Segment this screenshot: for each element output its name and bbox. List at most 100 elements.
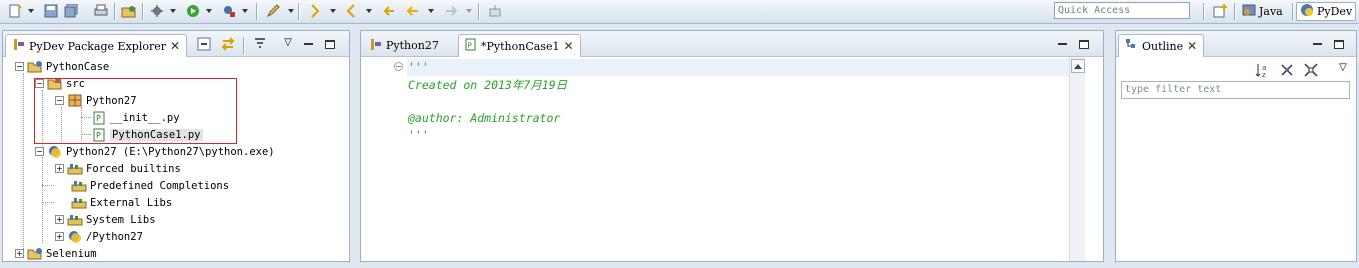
toolbar-separator (1292, 3, 1293, 20)
close-icon[interactable]: ✕ (170, 40, 180, 52)
fold-toggle-icon[interactable]: − (394, 62, 403, 71)
previous-annotation-dropdown-icon[interactable] (366, 9, 372, 13)
package-explorer-tabbar: PyDev Package Explorer ✕ ▽ (3, 31, 349, 57)
forward-dropdown-icon[interactable] (466, 9, 472, 13)
hide-fields-icon[interactable] (1278, 61, 1296, 79)
external-tools-icon[interactable] (220, 2, 238, 20)
close-icon[interactable]: ✕ (1187, 40, 1197, 52)
new-dropdown-icon[interactable] (28, 9, 34, 13)
tree-item-label: /Python27 (86, 230, 143, 243)
external-tools-dropdown-icon[interactable] (242, 9, 248, 13)
run-dropdown-icon[interactable] (206, 9, 212, 13)
perspective-label: PyDev (1317, 5, 1353, 18)
view-menu-icon[interactable]: ▽ (279, 33, 297, 51)
minimize-button[interactable] (301, 37, 315, 51)
scroll-up-icon[interactable] (1070, 59, 1085, 73)
tree-item-system-libs[interactable]: + System Libs (55, 211, 156, 228)
tab-label: *PythonCase1 (481, 39, 560, 53)
collapse-toggle-icon[interactable]: − (35, 147, 44, 156)
save-all-icon[interactable] (62, 2, 80, 20)
pencil-dropdown-icon[interactable] (288, 9, 294, 13)
main-toolbar: Quick Access Java PyDev (0, 0, 1359, 24)
tab-pydev-package-explorer[interactable]: PyDev Package Explorer ✕ (5, 34, 188, 57)
collapse-all-icon[interactable] (1302, 61, 1320, 79)
project-folder-icon (27, 247, 43, 261)
run-icon[interactable] (184, 2, 202, 20)
collapse-all-icon[interactable] (195, 35, 213, 53)
code-line[interactable]: ''' (408, 128, 429, 142)
line-number-gutter (361, 57, 407, 261)
collapse-toggle-icon[interactable]: − (15, 62, 24, 71)
forward-icon[interactable] (442, 2, 460, 20)
open-project-icon[interactable] (120, 2, 138, 20)
tree-item-python27-lib[interactable]: + /Python27 (55, 228, 143, 245)
editor-panel: Python27 P *PythonCase1 ✕ 1 2 3 4 5 6 − … (360, 30, 1104, 262)
quick-access-input[interactable]: Quick Access (1054, 2, 1190, 19)
tab-editor-python27[interactable]: Python27 (363, 34, 445, 57)
back-dropdown-icon[interactable] (428, 9, 434, 13)
current-line-highlight (407, 59, 1077, 76)
debug-icon[interactable] (148, 2, 166, 20)
code-line[interactable]: @author: Administrator (408, 111, 560, 125)
close-icon[interactable]: ✕ (563, 40, 573, 52)
toolbar-separator (256, 3, 257, 20)
perspective-label: Java (1259, 5, 1283, 18)
tree-item-label: System Libs (86, 213, 156, 226)
tree-item-predefined-completions[interactable]: Predefined Completions (71, 177, 229, 194)
last-edit-location-icon[interactable] (380, 2, 398, 20)
open-perspective-icon[interactable] (1211, 2, 1229, 20)
sort-alphabetically-icon[interactable]: az (1254, 61, 1272, 79)
toolbar-separator (298, 3, 299, 20)
expand-toggle-icon[interactable]: + (55, 215, 64, 224)
pencil-icon[interactable] (264, 2, 282, 20)
tab-editor-pythoncase1[interactable]: P *PythonCase1 ✕ (458, 34, 581, 57)
python-interpreter-icon (67, 230, 83, 244)
tree-item-label: External Libs (90, 196, 173, 209)
outline-filter-input[interactable]: type filter text (1121, 81, 1350, 99)
maximize-button[interactable] (1077, 37, 1091, 51)
project-folder-icon (27, 60, 43, 74)
tree-guide (42, 202, 54, 203)
view-menu-icon[interactable]: ▽ (1334, 58, 1352, 76)
toolbar-separator (142, 3, 143, 20)
minimize-button[interactable] (1310, 37, 1324, 51)
debug-dropdown-icon[interactable] (170, 9, 176, 13)
tab-outline[interactable]: Outline ✕ (1118, 34, 1205, 57)
perspective-java[interactable]: Java (1239, 2, 1286, 21)
maximize-button[interactable] (323, 37, 337, 51)
expand-toggle-icon[interactable]: + (55, 232, 64, 241)
tree-guide (23, 73, 24, 253)
tree-item-external-libs[interactable]: External Libs (71, 194, 172, 211)
tree-item-forced-builtins[interactable]: + Forced builtins (55, 160, 181, 177)
tree-item-project-selenium[interactable]: + Selenium (15, 245, 97, 262)
previous-annotation-icon[interactable] (342, 2, 360, 20)
code-line[interactable]: ''' (408, 60, 429, 74)
save-icon[interactable] (42, 2, 60, 20)
perspective-pydev[interactable]: PyDev (1296, 2, 1357, 21)
editor-tabbar: Python27 P *PythonCase1 ✕ (361, 31, 1103, 57)
maximize-button[interactable] (1332, 37, 1346, 51)
python-file-icon: P (465, 38, 477, 54)
minimize-button[interactable] (1055, 37, 1069, 51)
pin-editor-icon[interactable] (486, 2, 504, 20)
print-icon[interactable] (92, 2, 110, 20)
tab-label: Outline (1142, 39, 1184, 53)
back-icon[interactable] (404, 2, 422, 20)
tree-item-project[interactable]: − PythonCase (15, 58, 109, 75)
link-with-editor-icon[interactable] (219, 35, 237, 53)
new-icon[interactable] (6, 2, 24, 20)
library-icon (67, 162, 83, 176)
tree-item-label: Predefined Completions (90, 179, 230, 192)
tab-label: PyDev Package Explorer (29, 39, 166, 53)
expand-toggle-icon[interactable]: + (15, 249, 24, 258)
expand-toggle-icon[interactable]: + (55, 164, 64, 173)
toolbar-separator (243, 37, 244, 54)
tree-item-interpreter[interactable]: − Python27 (E:\Python27\python.exe) (35, 143, 275, 160)
code-line[interactable]: Created on 2013年7月19日 (408, 77, 567, 93)
outline-panel: Outline ✕ az ▽ type filter text (1115, 30, 1357, 262)
next-annotation-icon[interactable] (306, 2, 324, 20)
filters-icon[interactable] (251, 35, 269, 53)
next-annotation-dropdown-icon[interactable] (330, 9, 336, 13)
vertical-scrollbar[interactable] (1069, 57, 1085, 261)
outline-icon (1125, 38, 1138, 54)
